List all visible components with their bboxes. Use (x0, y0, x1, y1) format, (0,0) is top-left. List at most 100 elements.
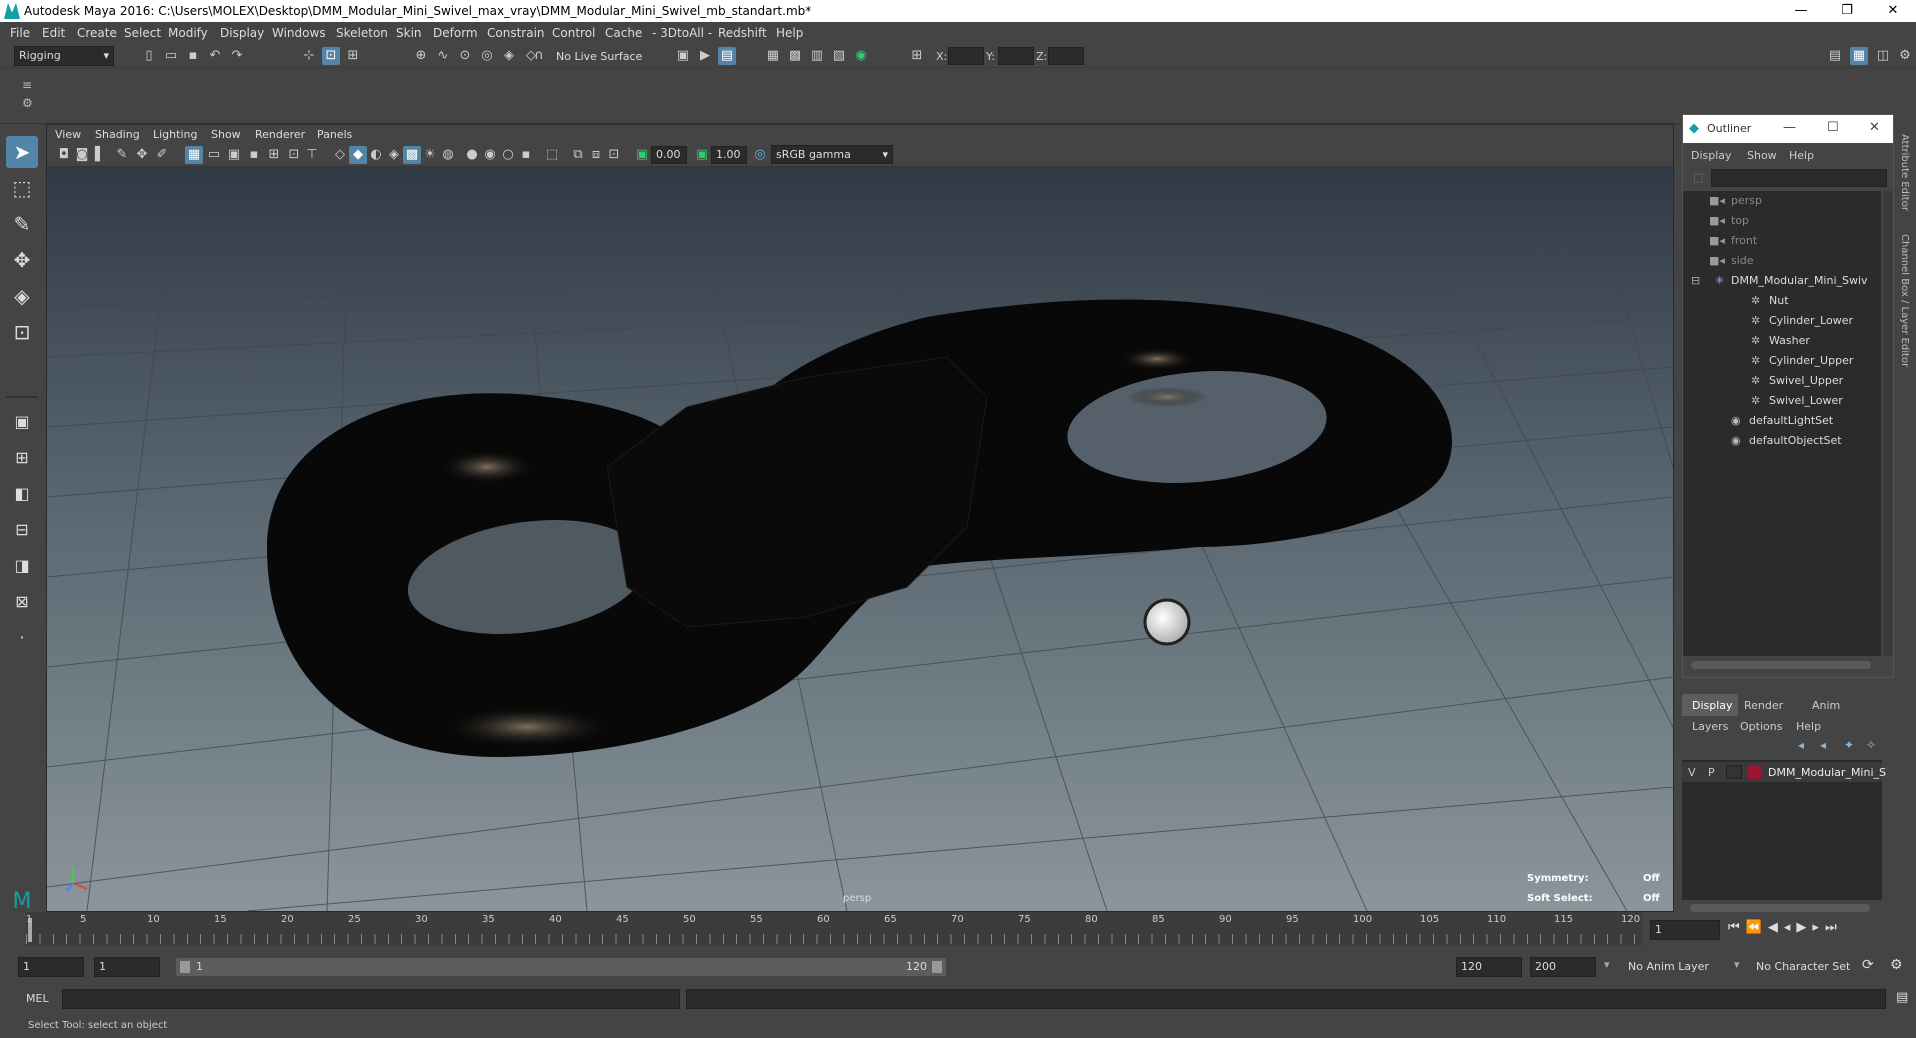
mel-label[interactable]: MEL (26, 992, 49, 1005)
snap-grid-icon[interactable]: ⊕ (412, 47, 430, 65)
textured-icon[interactable]: ▩ (403, 146, 421, 164)
tab-anim[interactable]: Anim (1812, 699, 1840, 712)
menu-cache[interactable]: Cache (605, 26, 642, 40)
construction-history-icon[interactable]: ▤ (718, 47, 736, 65)
xray-icon[interactable]: ⧉ (569, 146, 587, 164)
vp-menu-shading[interactable]: Shading (95, 128, 140, 141)
outliner-item[interactable]: ⊟ ✳ DMM_Modular_Mini_Swiv (1691, 271, 1868, 291)
layer-color-swatch[interactable] (1748, 765, 1762, 779)
time-slider[interactable]: 1 5 10 15 20 25 30 35 40 45 50 55 60 65 … (26, 912, 1642, 946)
outliner-item[interactable]: ✲ Cylinder_Upper (1751, 351, 1853, 371)
playback-start-field[interactable]: 1 (94, 957, 160, 977)
step-forward-frame-icon[interactable]: ▸ (1812, 920, 1825, 935)
select-object-icon[interactable]: ⊡ (322, 47, 340, 65)
output-ops-icon[interactable]: ▶ (696, 47, 714, 65)
shelf-settings-icon[interactable]: ⚙ (22, 96, 33, 110)
outliner-item[interactable]: ■◂ front (1709, 231, 1757, 251)
film-gate-icon[interactable]: ▭ (205, 146, 223, 164)
minimize-button[interactable]: — (1778, 0, 1824, 22)
play-backward-icon[interactable]: ◂ (1784, 920, 1797, 935)
resolution-gate-icon[interactable]: ▣ (225, 146, 243, 164)
go-to-end-icon[interactable]: ⏭ (1825, 920, 1843, 935)
step-back-frame-icon[interactable]: ◀ (1768, 920, 1784, 935)
scene-start-field[interactable]: 1 (18, 957, 84, 977)
range-end-handle[interactable] (932, 961, 942, 973)
menu-help[interactable]: Help (776, 26, 803, 40)
menu-file[interactable]: File (10, 26, 30, 40)
menu-edit[interactable]: Edit (42, 26, 65, 40)
chevron-down-icon[interactable]: ▾ (1734, 958, 1740, 971)
select-component-icon[interactable]: ⊞ (344, 47, 362, 65)
ipr-render-icon[interactable]: ▥ (808, 47, 826, 65)
script-editor-layout-icon[interactable]: ⊠ (6, 586, 38, 618)
single-perspective-icon[interactable]: ▣ (6, 406, 38, 438)
snap-point-icon[interactable]: ⊙ (456, 47, 474, 65)
select-hierarchy-icon[interactable]: ⊹ (300, 47, 318, 65)
layer-type-toggle[interactable] (1726, 765, 1742, 779)
live-surface-label[interactable]: No Live Surface (556, 50, 642, 63)
scene-end-field[interactable]: 200 (1530, 957, 1596, 977)
tab-display[interactable]: Display (1682, 694, 1738, 716)
close-button[interactable]: ✕ (1870, 0, 1916, 22)
minimize-icon[interactable]: — (1783, 120, 1796, 135)
menu-display[interactable]: Display (220, 26, 264, 40)
menu-control[interactable]: Control (552, 26, 595, 40)
input-ops-icon[interactable]: ▣ (674, 47, 692, 65)
magnet-icon[interactable]: ∩ (530, 47, 548, 65)
vp-menu-renderer[interactable]: Renderer (255, 128, 305, 141)
persp-outliner-layout-icon[interactable]: ◧ (6, 478, 38, 510)
x-field[interactable] (948, 47, 984, 65)
use-all-lights-icon[interactable]: ☀ (421, 146, 439, 164)
outliner-item[interactable]: ✲ Nut (1751, 291, 1789, 311)
move-layer-up-icon[interactable]: ◂ (1798, 738, 1804, 752)
color-management-icon[interactable]: ◎ (751, 146, 769, 164)
menu-create[interactable]: Create (77, 26, 117, 40)
outliner-item[interactable]: ✲ Washer (1751, 331, 1810, 351)
wireframe-icon[interactable]: ◇ (331, 146, 349, 164)
select-tool-icon[interactable]: ➤ (6, 136, 38, 168)
help-menu[interactable]: Help (1796, 720, 1821, 733)
outliner-item[interactable]: ■◂ side (1709, 251, 1754, 271)
vp-menu-lighting[interactable]: Lighting (153, 128, 197, 141)
outliner-item[interactable]: ◉ defaultObjectSet (1731, 431, 1842, 451)
attribute-editor-tab[interactable]: Attribute Editor (1899, 134, 1910, 211)
tab-render[interactable]: Render (1744, 699, 1783, 712)
close-icon[interactable]: ✕ (1869, 120, 1880, 135)
render-frame-icon[interactable]: ▩ (786, 47, 804, 65)
tool-settings-icon[interactable]: ⚙ (1896, 47, 1914, 65)
collapse-icon[interactable]: ⊟ (1691, 271, 1700, 291)
isolate-select-icon[interactable]: ⬚ (543, 146, 561, 164)
vp-menu-show[interactable]: Show (211, 128, 241, 141)
play-forward-icon[interactable]: ▶ (1796, 920, 1812, 935)
menu-redshift[interactable]: Redshift (718, 26, 767, 40)
safe-title-icon[interactable]: ⊤ (303, 146, 321, 164)
chevron-down-icon[interactable]: ▾ (1604, 958, 1610, 971)
filter-icon[interactable]: ⬚ (1693, 171, 1703, 184)
anim-layer-label[interactable]: No Anim Layer (1628, 960, 1709, 973)
outliner-search-input[interactable] (1711, 169, 1887, 187)
shelf-menu-icon[interactable]: ≡ (22, 78, 32, 92)
xray-joints-icon[interactable]: ⧈ (587, 146, 605, 164)
move-layer-down-icon[interactable]: ◂ (1820, 738, 1826, 752)
menu-skeleton[interactable]: Skeleton (336, 26, 388, 40)
transform-mode-icon[interactable]: ⊞ (908, 47, 926, 65)
menu-deform[interactable]: Deform (433, 26, 478, 40)
animation-prefs-icon[interactable]: ⚙ (1890, 957, 1903, 973)
outliner-horizontal-scrollbar[interactable] (1691, 661, 1871, 669)
new-layer-selected-icon[interactable]: ✧ (1866, 738, 1876, 752)
depth-of-field-icon[interactable]: ▪ (517, 146, 535, 164)
outliner-menu-help[interactable]: Help (1789, 149, 1814, 162)
playback-end-field[interactable]: 120 (1456, 957, 1522, 977)
save-scene-icon[interactable]: ▪ (184, 47, 202, 65)
modeling-toolkit-icon[interactable]: ▤ (1826, 47, 1844, 65)
attribute-editor-icon[interactable]: ◫ (1874, 47, 1892, 65)
channel-box-icon[interactable]: ▦ (1850, 47, 1868, 65)
exposure-icon[interactable]: ▣ (633, 146, 651, 164)
smooth-shade-icon[interactable]: ◆ (349, 146, 367, 164)
outliner-item[interactable]: ✲ Cylinder_Lower (1751, 311, 1853, 331)
menu-windows[interactable]: Windows (272, 26, 326, 40)
snap-view-icon[interactable]: ◎ (478, 47, 496, 65)
menu-skin[interactable]: Skin (396, 26, 422, 40)
go-to-start-icon[interactable]: ⏮ (1728, 920, 1746, 935)
persp-graph-layout-icon[interactable]: ⊟ (6, 514, 38, 546)
